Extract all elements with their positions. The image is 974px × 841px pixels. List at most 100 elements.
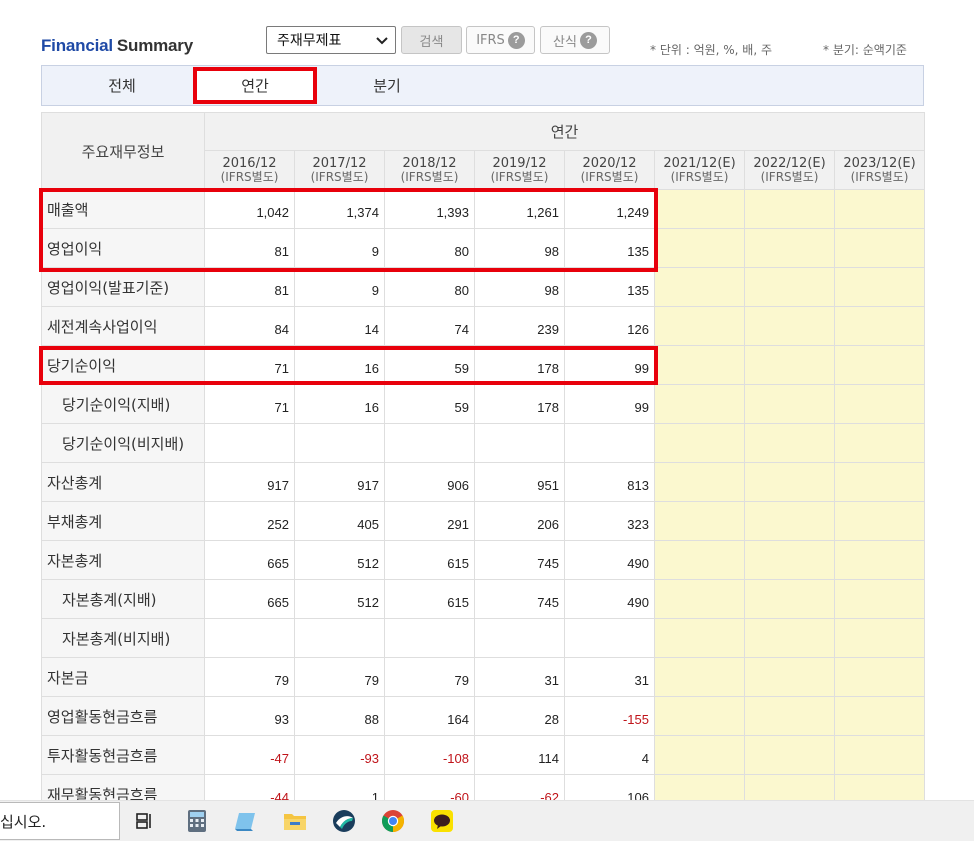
period-basis: (IFRS별도)	[400, 170, 459, 184]
table-row: 자본총계(지배) 665 512 615 745 490	[41, 579, 925, 619]
estimate-cell	[834, 462, 925, 502]
period-basis: (IFRS별도)	[670, 170, 729, 184]
value-cell: 9	[294, 228, 385, 268]
estimate-cell	[654, 462, 745, 502]
value-cell: 813	[564, 462, 655, 502]
value-cell	[384, 423, 475, 463]
value-cell: 81	[204, 267, 295, 307]
estimate-cell	[744, 540, 835, 580]
estimate-cell	[834, 540, 925, 580]
estimate-cell	[744, 228, 835, 268]
value-cell: 79	[294, 657, 385, 697]
period-tabs: 전체 연간 분기	[41, 65, 924, 106]
period-date: 2018/12	[402, 156, 457, 171]
value-cell	[474, 618, 565, 658]
chevron-down-icon	[376, 37, 388, 45]
value-cell: -108	[384, 735, 475, 775]
value-cell: 178	[474, 384, 565, 424]
ifrs-label: IFRS	[476, 32, 505, 48]
estimate-cell	[744, 657, 835, 697]
value-cell: 71	[204, 345, 295, 385]
value-cell	[564, 618, 655, 658]
value-cell: 99	[564, 345, 655, 385]
period-basis: (IFRS별도)	[850, 170, 909, 184]
value-cell: 206	[474, 501, 565, 541]
tab-all[interactable]: 전체	[82, 66, 162, 105]
value-cell: 114	[474, 735, 565, 775]
table-row: 당기순이익(지배) 71 16 59 178 99	[41, 384, 925, 424]
value-cell: 71	[204, 384, 295, 424]
period-header: 2017/12 (IFRS별도)	[294, 150, 385, 190]
statement-type-value: 주재무제표	[277, 33, 342, 49]
period-basis: (IFRS별도)	[760, 170, 819, 184]
estimate-cell	[834, 228, 925, 268]
value-cell: -47	[204, 735, 295, 775]
table-row: 영업이익 81 9 80 98 135	[41, 228, 925, 268]
value-cell: 135	[564, 228, 655, 268]
period-date: 2021/12(E)	[663, 156, 736, 171]
estimate-cell	[654, 423, 745, 463]
value-cell: 665	[204, 579, 295, 619]
kakaotalk-icon[interactable]	[428, 807, 456, 835]
estimate-cell	[834, 189, 925, 229]
formula-help-button[interactable]: 산식 ?	[540, 26, 610, 54]
table-row: 매출액 1,042 1,374 1,393 1,261 1,249	[41, 189, 925, 229]
statement-type-select[interactable]: 주재무제표	[266, 26, 396, 54]
value-cell: 79	[384, 657, 475, 697]
title-brand: Financial	[41, 36, 113, 55]
estimate-cell	[834, 501, 925, 541]
help-icon: ?	[579, 31, 597, 49]
period-date: 2016/12	[222, 156, 277, 171]
estimate-cell	[744, 306, 835, 346]
taskbar: 십시오.	[0, 800, 974, 841]
table-row: 당기순이익 71 16 59 178 99	[41, 345, 925, 385]
value-cell: 1,042	[204, 189, 295, 229]
estimate-cell	[834, 306, 925, 346]
tab-annual[interactable]: 연간	[193, 67, 317, 104]
value-cell: 4	[564, 735, 655, 775]
value-cell	[564, 423, 655, 463]
value-cell: 98	[474, 228, 565, 268]
value-cell: 239	[474, 306, 565, 346]
estimate-cell	[834, 618, 925, 658]
chrome-icon[interactable]	[379, 807, 407, 835]
value-cell: 59	[384, 345, 475, 385]
value-cell: 28	[474, 696, 565, 736]
value-cell: 512	[294, 540, 385, 580]
row-label: 자본금	[41, 657, 205, 697]
value-cell: 490	[564, 579, 655, 619]
period-basis: (IFRS별도)	[220, 170, 279, 184]
editor-app-icon[interactable]	[231, 807, 259, 835]
financial-summary-table: 주요재무정보 연간 2016/12 (IFRS별도) 2017/12 (IFRS별도)…	[41, 112, 925, 814]
estimate-cell	[834, 735, 925, 775]
period-header: 2020/12 (IFRS별도)	[564, 150, 655, 190]
value-cell: 917	[294, 462, 385, 502]
value-cell: 615	[384, 540, 475, 580]
browser-app-icon[interactable]	[330, 807, 358, 835]
value-cell: -155	[564, 696, 655, 736]
search-button[interactable]: 검색	[401, 26, 462, 54]
estimate-cell	[744, 696, 835, 736]
value-cell	[474, 423, 565, 463]
period-header: 2022/12(E) (IFRS별도)	[744, 150, 835, 190]
tab-quarter[interactable]: 분기	[347, 66, 427, 105]
value-cell: 126	[564, 306, 655, 346]
calculator-icon[interactable]	[183, 807, 211, 835]
value-cell: 951	[474, 462, 565, 502]
value-cell: 178	[474, 345, 565, 385]
ifrs-help-button[interactable]: IFRS ?	[466, 26, 535, 54]
table-row: 자산총계 917 917 906 951 813	[41, 462, 925, 502]
estimate-cell	[654, 501, 745, 541]
folder-icon[interactable]	[281, 807, 309, 835]
value-cell: 80	[384, 228, 475, 268]
estimate-cell	[654, 384, 745, 424]
task-view-icon[interactable]	[131, 807, 159, 835]
estimate-cell	[834, 657, 925, 697]
estimate-cell	[744, 384, 835, 424]
table-row: 부채총계 252 405 291 206 323	[41, 501, 925, 541]
title-rest: Summary	[116, 36, 193, 55]
row-label: 매출액	[41, 189, 205, 229]
row-label: 부채총계	[41, 501, 205, 541]
row-label: 자본총계(비지배)	[41, 618, 205, 658]
taskbar-search-box[interactable]: 십시오.	[0, 802, 120, 840]
